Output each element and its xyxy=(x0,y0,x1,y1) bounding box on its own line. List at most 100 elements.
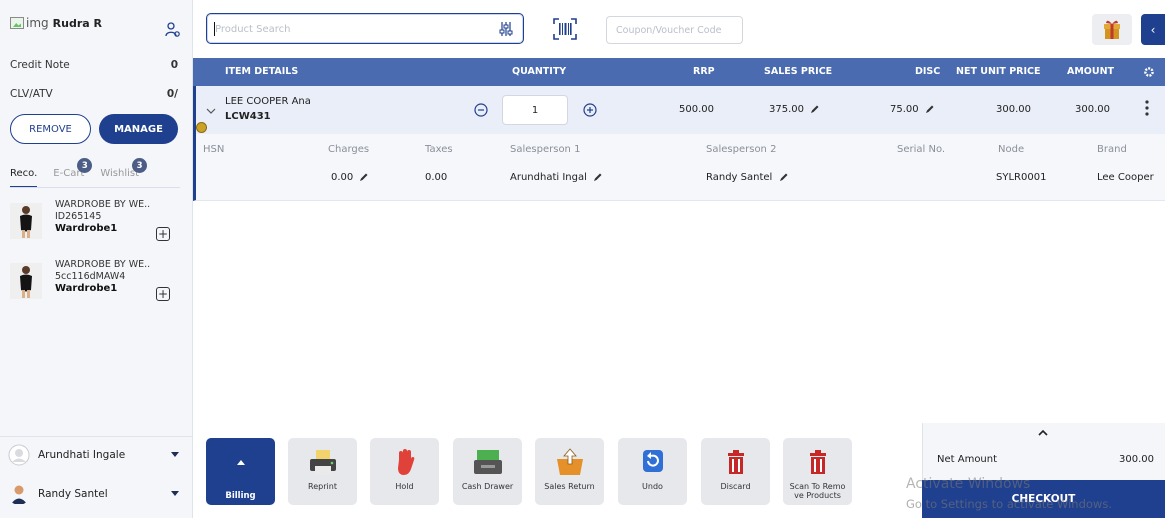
chevron-down-icon[interactable] xyxy=(206,107,216,115)
billing-button[interactable]: Billing xyxy=(206,438,275,505)
billing-label: Billing xyxy=(225,491,256,501)
trash-scan-icon xyxy=(809,450,826,474)
chevron-up-icon[interactable] xyxy=(1038,429,1048,437)
hold-button[interactable]: Hold xyxy=(370,438,439,505)
reprint-button[interactable]: Reprint xyxy=(288,438,357,505)
net-amount-value: 300.00 xyxy=(1119,454,1154,465)
text-cursor xyxy=(214,22,215,36)
switch-user-icon[interactable] xyxy=(165,22,181,38)
tab-wishlist[interactable]: Wishlist 3 xyxy=(100,158,148,188)
product-id: ID265145 xyxy=(55,211,102,222)
taxes-value: 0.00 xyxy=(425,172,448,183)
add-to-cart-icon[interactable]: + xyxy=(156,287,170,301)
user-avatar-icon xyxy=(11,485,27,504)
gift-button[interactable] xyxy=(1092,14,1132,45)
list-item[interactable]: WARDROBE BY WE.. 5cc116dMAW4 Wardrobe1 + xyxy=(10,259,175,309)
edit-pencil-icon[interactable] xyxy=(925,104,935,114)
undo-icon xyxy=(642,450,663,472)
more-vertical-icon[interactable] xyxy=(1142,99,1152,117)
salesperson-1-value: Arundhati Ingal xyxy=(510,172,587,183)
label-node: Node xyxy=(998,144,1025,155)
user-header: img Rudra R xyxy=(10,16,102,30)
increase-quantity-icon[interactable] xyxy=(583,103,597,117)
wishlist-count-badge: 3 xyxy=(132,158,148,173)
clv-atv-row: CLV/ATV 0/ xyxy=(10,88,178,100)
disc-field[interactable]: 75.00 xyxy=(890,104,935,115)
item-sales-price: 375.00 xyxy=(769,104,804,115)
avatar-alt-text: img xyxy=(26,16,49,30)
sales-return-button[interactable]: Sales Return xyxy=(535,438,604,505)
customer-sidebar: img Rudra R Credit Note 0 CLV/ATV 0/ REM… xyxy=(0,0,193,518)
decrease-quantity-icon[interactable] xyxy=(474,103,488,117)
remove-customer-button[interactable]: REMOVE xyxy=(10,114,91,144)
header-net-unit-price: NET UNIT PRICE xyxy=(956,66,1041,77)
hold-label: Hold xyxy=(395,482,414,491)
edit-pencil-icon[interactable] xyxy=(810,104,820,114)
list-item[interactable]: WARDROBE BY WE.. ID265145 Wardrobe1 + xyxy=(10,199,175,249)
tabs-divider xyxy=(10,187,180,188)
activation-watermark-title: Activate Windows xyxy=(906,476,1031,492)
cash-drawer-button[interactable]: Cash Drawer xyxy=(453,438,522,505)
coupon-code-field[interactable] xyxy=(606,16,743,44)
label-charges: Charges xyxy=(328,144,370,155)
trash-icon xyxy=(727,450,744,474)
header-disc: DISC xyxy=(915,66,941,77)
salesperson-divider xyxy=(0,436,193,437)
scan-to-remove-button[interactable]: Scan To Remo ve Products xyxy=(783,438,852,505)
net-amount-label: Net Amount xyxy=(937,454,998,465)
edit-pencil-icon[interactable] xyxy=(359,172,369,182)
product-name: Wardrobe1 xyxy=(55,223,118,234)
undo-label: Undo xyxy=(642,482,663,491)
gift-icon xyxy=(1104,20,1120,39)
barcode-scan-icon[interactable] xyxy=(552,17,578,41)
gear-icon[interactable] xyxy=(1143,66,1155,78)
salesperson-select-2[interactable]: Randy Santel xyxy=(8,482,183,506)
return-basket-icon xyxy=(556,448,583,475)
item-net-unit-price: 300.00 xyxy=(996,104,1031,115)
edit-pencil-icon[interactable] xyxy=(593,172,603,182)
label-hsn: HSN xyxy=(203,144,225,155)
tab-reco[interactable]: Reco. xyxy=(10,168,38,188)
discard-button[interactable]: Discard xyxy=(701,438,770,505)
edit-pencil-icon[interactable] xyxy=(779,172,789,182)
salesperson-2-field[interactable]: Randy Santel xyxy=(706,172,789,183)
ecart-count-badge: 3 xyxy=(77,158,93,173)
header-quantity: QUANTITY xyxy=(512,66,567,77)
quantity-input[interactable]: 1 xyxy=(502,95,568,125)
sales-price-field[interactable]: 375.00 xyxy=(769,104,820,115)
product-search-input[interactable] xyxy=(215,20,495,38)
item-amount: 300.00 xyxy=(1075,104,1110,115)
product-search-box[interactable] xyxy=(206,13,524,44)
scan-to-remove-label: Scan To Remo ve Products xyxy=(789,482,846,500)
label-taxes: Taxes xyxy=(425,144,453,155)
brand-value: Lee Cooper xyxy=(1097,172,1154,183)
undo-button[interactable]: Undo xyxy=(618,438,687,505)
user-avatar: img xyxy=(10,16,49,30)
salesperson-2-value: Randy Santel xyxy=(706,172,773,183)
tab-reco-label: Reco. xyxy=(10,168,38,179)
credit-note-label: Credit Note xyxy=(10,59,70,71)
cart-table-header: ITEM DETAILS QUANTITY RRP SALES PRICE DI… xyxy=(193,58,1165,86)
product-thumbnail xyxy=(10,263,42,299)
product-brand: WARDROBE BY WE.. xyxy=(55,259,151,270)
chevron-left-icon: ‹ xyxy=(1150,22,1156,37)
label-salesperson-1: Salesperson 1 xyxy=(510,144,581,155)
product-brand: WARDROBE BY WE.. xyxy=(55,199,151,210)
salesperson-name: Randy Santel xyxy=(38,488,108,500)
chevron-down-icon xyxy=(171,452,179,457)
add-to-cart-icon[interactable]: + xyxy=(156,227,170,241)
product-thumbnail xyxy=(10,203,42,239)
salesperson-name: Arundhati Ingale xyxy=(38,449,126,461)
pos-billing-screen: img Rudra R Credit Note 0 CLV/ATV 0/ REM… xyxy=(0,0,1165,518)
tab-ecart[interactable]: E-Cart 3 xyxy=(53,158,93,188)
charges-field[interactable]: 0.00 xyxy=(331,172,369,183)
collapse-panel-button[interactable]: ‹ xyxy=(1141,14,1165,45)
item-disc: 75.00 xyxy=(890,104,919,115)
salesperson-1-field[interactable]: Arundhati Ingal xyxy=(510,172,603,183)
sales-return-label: Sales Return xyxy=(544,482,595,491)
salesperson-select-1[interactable]: Arundhati Ingale xyxy=(8,443,183,467)
manage-customer-button[interactable]: MANAGE xyxy=(99,114,178,144)
hand-stop-icon xyxy=(397,449,414,475)
coupon-code-input[interactable] xyxy=(607,17,742,43)
filter-sliders-icon[interactable] xyxy=(499,21,513,37)
